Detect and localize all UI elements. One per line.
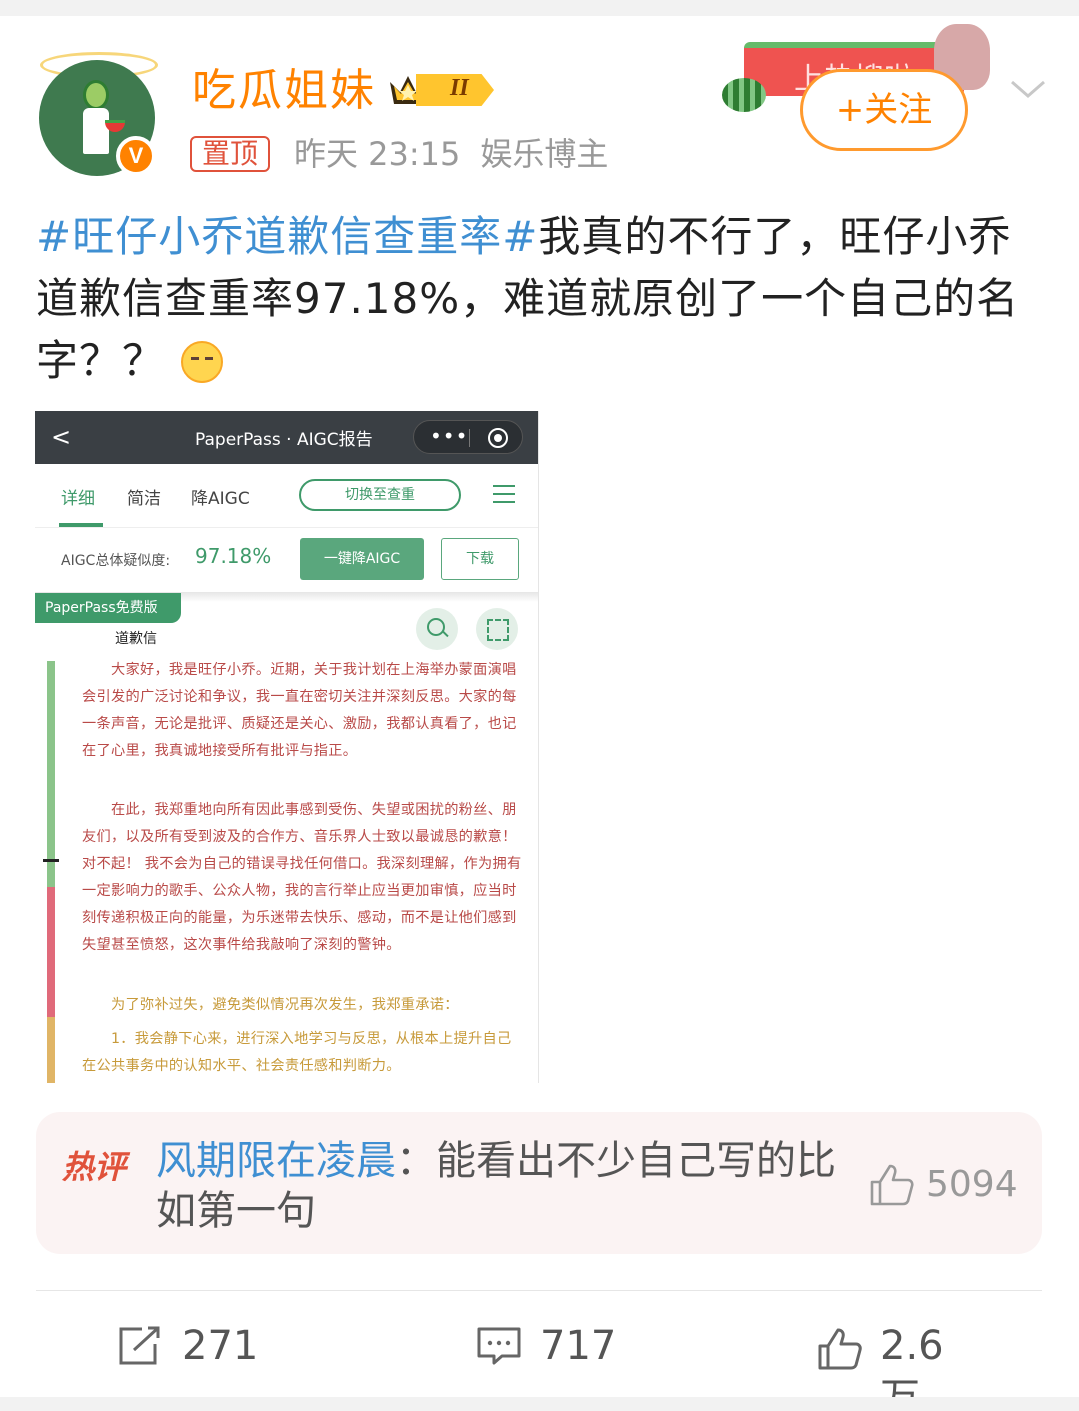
follow-button[interactable]: +关注 [800,69,968,151]
repost-icon [119,1326,160,1365]
similarity-bar-low [47,661,55,887]
comment-icon [477,1327,521,1365]
rank-pill: II [416,74,494,106]
post-image[interactable]: < PaperPass · AIGC报告 ••• 详细 简洁 降AIGC 切换至… [35,411,539,1083]
crop-icon [476,608,518,650]
hot-comment-text: 风期限在凌晨：能看出不少自己写的比如第一句 [156,1136,846,1236]
thumb-up-icon [870,1164,914,1206]
hot-comment-tag: 热评 [62,1148,127,1186]
switch-duplicate-button: 切换至查重 [299,479,461,511]
pinned-tag: 置顶 [190,136,271,172]
author-role: 娱乐博主 [480,135,609,173]
repost-count: 271 [182,1323,259,1369]
comment-count: 717 [540,1323,617,1369]
image-tabs: 详细 简洁 降AIGC 切换至查重 [35,464,538,528]
hashtag-link[interactable]: #旺仔小乔道歉信查重率# [36,212,538,261]
reduce-aigc-button: 一键降AIGC [300,538,424,580]
image-navbar: < PaperPass · AIGC报告 ••• [35,411,538,464]
like-icon [818,1328,862,1370]
avatar[interactable]: V [36,52,160,176]
username[interactable]: 吃瓜姐妹 [192,64,376,118]
mini-program-capsule: ••• [413,420,523,454]
similarity-bar-high [47,887,55,1017]
hot-comment-like[interactable]: 5094 [868,1162,1018,1208]
rank-level: II [450,75,469,101]
bottom-separator [0,1397,1079,1411]
post-time: 昨天 23:15 [294,135,461,173]
zoom-in-icon [416,608,458,650]
paragraph-1: 大家好，我是旺仔小乔。近期，关于我计划在上海举办蒙面演唱会引发的广泛讨论和争议，… [82,662,517,759]
tab-detail: 详细 [61,489,95,509]
hot-comment-user[interactable]: 风期限在凌晨 [156,1138,396,1184]
more-dots-icon: ••• [430,424,469,448]
download-button: 下载 [441,538,519,580]
image-nav-title: PaperPass · AIGC报告 [195,430,373,450]
paragraph-3: 为了弥补过失，避免类似情况再次发生，我郑重承诺： [82,997,459,1013]
paragraph-2: 在此，我郑重地向所有因此事感到受伤、失望或困扰的粉丝、朋友们，以及所有受到波及的… [82,802,522,953]
tab-reduce-aigc: 降AIGC [191,489,250,509]
active-tab-underline [59,523,103,527]
back-arrow-icon: < [51,423,72,451]
tab-simple: 简洁 [127,489,161,509]
verified-badge-icon: V [116,136,156,176]
dizzy-face-emoji-icon [181,341,224,383]
paragraph-4: 1．我会静下心来，进行深入地学习与反思，从根本上提升自己在公共事务中的认知水平、… [82,1031,512,1074]
top-separator [0,0,1079,16]
post-text: #旺仔小乔道歉信查重率#我真的不行了，旺仔小乔道歉信查重率97.18%，难道就原… [36,206,1046,392]
hot-comment-separator: ： [396,1138,436,1184]
hot-comment-like-count: 5094 [926,1164,1018,1205]
score-value: 97.18% [195,544,272,568]
watermelon-icon [722,78,766,112]
hot-comment[interactable]: 热评 风期限在凌晨：能看出不少自己写的比如第一句 5094 [36,1112,1042,1254]
chevron-down-icon[interactable] [1008,74,1048,104]
action-divider [36,1290,1042,1291]
free-version-tag: PaperPass免费版 [35,593,181,623]
close-target-icon [488,428,508,448]
post-meta: 昨天 23:15 娱乐博主 [294,132,608,176]
similarity-bar-marker [43,859,59,862]
menu-icon [493,485,515,503]
document-title: 道歉信 [115,631,157,647]
rank-badge[interactable]: II [386,70,498,110]
similarity-bar-medium [47,1017,55,1083]
score-label: AIGC总体疑似度: [61,553,171,569]
aigc-score-row: AIGC总体疑似度: 97.18% 一键降AIGC 下载 [35,528,538,592]
